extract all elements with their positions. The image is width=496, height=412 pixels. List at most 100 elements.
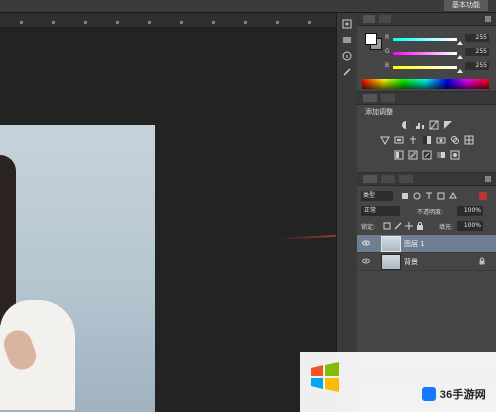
blend-row: 正常 不透明度: 100% [361, 206, 492, 216]
lock-row: 锁定: 填充: 100% [361, 221, 492, 231]
opacity-input[interactable]: 100% [457, 206, 483, 216]
slider-label: G [385, 48, 390, 55]
filter-toggle[interactable] [479, 192, 487, 200]
selective-color-icon[interactable] [450, 150, 460, 160]
adjustment-icon-grid [377, 120, 477, 165]
ruler-tick [52, 21, 55, 24]
fill-input[interactable]: 100% [457, 221, 483, 231]
layer-thumbnail [381, 254, 401, 270]
opacity-label: 不透明度: [417, 209, 444, 216]
adjustments-title: 添加调整 [365, 108, 393, 116]
color-slider-b[interactable]: B 255 [385, 62, 491, 73]
layers-panel-tabs [357, 173, 496, 186]
color-panel: R 255 G 255 B 255 [357, 13, 496, 91]
ruler-tick [308, 21, 311, 24]
exposure-icon[interactable] [443, 120, 453, 130]
tab-styles[interactable] [381, 94, 395, 102]
color-slider-r[interactable]: R 255 [385, 34, 491, 45]
filter-adjustment-icon[interactable] [413, 192, 421, 200]
slider-label: B [385, 62, 390, 69]
layer-thumbnail [381, 236, 401, 252]
color-slider-g[interactable]: G 255 [385, 48, 491, 59]
hue-saturation-icon[interactable] [394, 135, 404, 145]
slider-value[interactable]: 255 [465, 62, 489, 70]
curves-icon[interactable] [429, 120, 439, 130]
color-balance-icon[interactable] [408, 135, 418, 145]
channel-mixer-icon[interactable] [450, 135, 460, 145]
posterize-icon[interactable] [408, 150, 418, 160]
slider-thumb[interactable] [457, 41, 463, 45]
tab-swatches[interactable] [379, 15, 391, 23]
panel-menu-icon[interactable] [484, 15, 492, 23]
threshold-icon[interactable] [422, 150, 432, 160]
vibrance-icon[interactable] [380, 135, 390, 145]
visibility-eye-icon[interactable] [362, 239, 370, 247]
layer-lock-icon [479, 257, 485, 265]
slider-thumb[interactable] [457, 69, 463, 73]
fill-label: 填充: [439, 224, 454, 231]
tab-channels[interactable] [381, 175, 395, 183]
blend-mode-select[interactable]: 正常 [361, 206, 400, 216]
windows-logo-icon [311, 362, 339, 392]
adjustments-panel: 添加调整 [357, 91, 496, 172]
panel-menu-icon[interactable] [484, 175, 492, 183]
ruler-tick [180, 21, 183, 24]
layer-kind-select[interactable]: 类型 [361, 191, 393, 201]
layer-row-layer1[interactable]: 图层 1 [357, 235, 496, 253]
filter-shape-icon[interactable] [437, 192, 445, 200]
slider-track[interactable] [393, 38, 457, 41]
brand-text: 36手游网 [439, 389, 486, 401]
color-lookup-icon[interactable] [464, 135, 474, 145]
levels-icon[interactable] [415, 120, 425, 130]
lock-all-icon[interactable] [416, 222, 424, 230]
ruler-tick [84, 21, 87, 24]
ruler-tick [244, 21, 247, 24]
adjustments-panel-tabs [357, 92, 496, 105]
tab-layers[interactable] [363, 175, 377, 183]
color-panel-tabs [357, 13, 496, 26]
color-spectrum-bar[interactable] [362, 79, 489, 89]
brightness-contrast-icon[interactable] [401, 120, 411, 130]
tab-adjustments[interactable] [363, 94, 377, 102]
info-icon[interactable] [342, 51, 352, 61]
workspace-switcher[interactable]: 基本功能 [444, 0, 488, 11]
lock-image-icon[interactable] [394, 222, 402, 230]
app-topbar: 基本功能 [0, 0, 496, 13]
ruler-tick [116, 21, 119, 24]
black-white-icon[interactable] [422, 135, 432, 145]
slider-label: R [385, 34, 390, 41]
brand-logo-icon [421, 387, 436, 401]
slider-track[interactable] [393, 52, 457, 55]
photo-filter-icon[interactable] [436, 135, 446, 145]
gradient-map-icon[interactable] [436, 150, 446, 160]
brush-preset-icon[interactable] [342, 67, 352, 77]
canvas-photo[interactable] [0, 125, 155, 412]
foreground-color-swatch[interactable] [365, 33, 377, 45]
ruler-tick [20, 21, 23, 24]
ruler-tick [212, 21, 215, 24]
slider-value[interactable]: 255 [465, 48, 489, 56]
layer-name[interactable]: 背景 [404, 257, 418, 267]
lock-label: 锁定: [361, 224, 376, 231]
slider-track[interactable] [393, 66, 457, 69]
lock-position-icon[interactable] [405, 222, 413, 230]
lock-transparent-icon[interactable] [383, 222, 391, 230]
slider-thumb[interactable] [457, 55, 463, 59]
document-canvas[interactable] [0, 28, 336, 412]
layer-row-background[interactable]: 背景 [357, 253, 496, 271]
ruler-tick [276, 21, 279, 24]
tab-paths[interactable] [399, 175, 413, 183]
slider-value[interactable]: 255 [465, 34, 489, 42]
properties-icon[interactable] [342, 35, 352, 45]
ruler-tick [148, 21, 151, 24]
brand-watermark: 36手游网 [421, 386, 486, 402]
invert-icon[interactable] [394, 150, 404, 160]
filter-type-icon[interactable] [425, 192, 433, 200]
visibility-eye-icon[interactable] [362, 257, 370, 265]
history-icon[interactable] [342, 19, 352, 29]
layer-name[interactable]: 图层 1 [404, 239, 425, 249]
layer-filter-bar: 类型 [361, 191, 491, 201]
tab-color[interactable] [363, 15, 375, 23]
filter-smart-object-icon[interactable] [449, 192, 457, 200]
filter-pixel-icon[interactable] [401, 192, 409, 200]
